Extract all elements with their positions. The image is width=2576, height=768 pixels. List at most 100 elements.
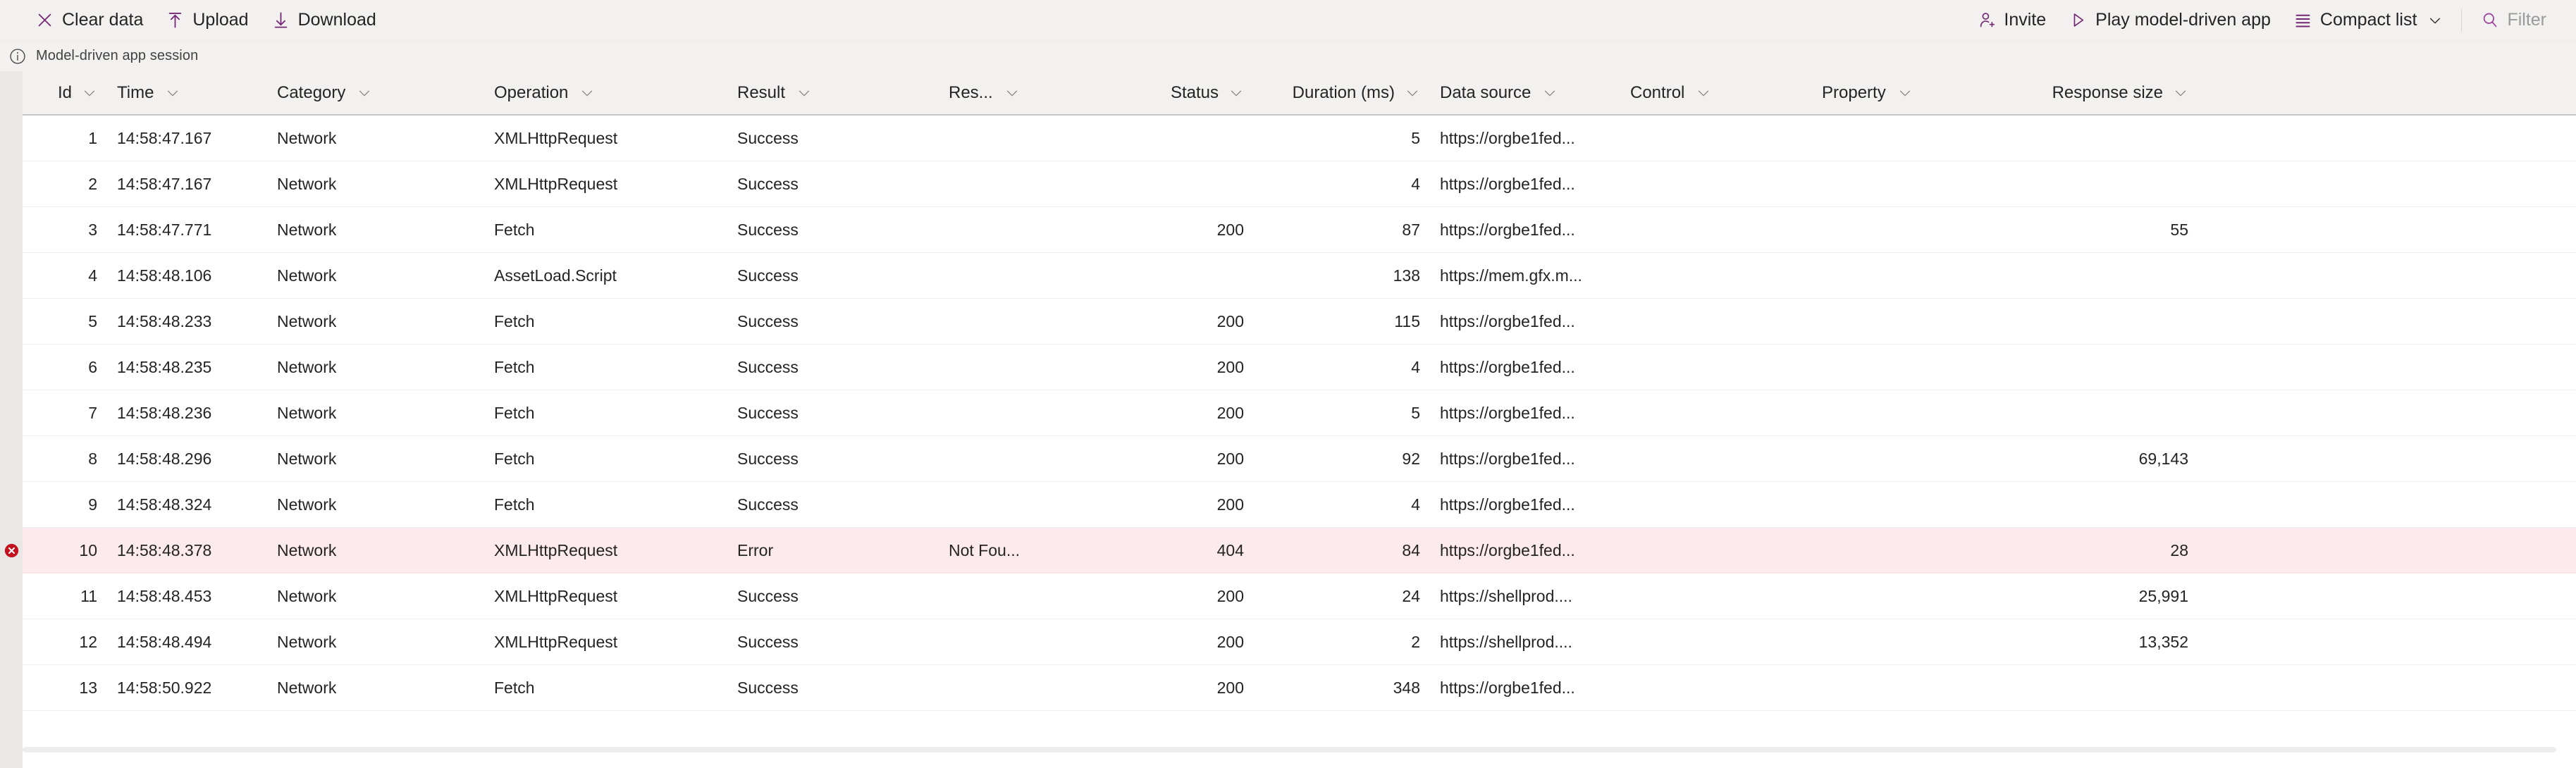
compact-list-label: Compact list — [2319, 10, 2417, 30]
table-row[interactable]: 9 14:58:48.324 Network Fetch Success 200 4 http… — [23, 482, 2576, 528]
chevron-down-icon[interactable] — [357, 85, 372, 101]
play-model-driven-app-button[interactable]: Play model-driven app — [2057, 5, 2282, 36]
column-header-category[interactable]: Category — [267, 83, 484, 103]
cell-source: https://orgbe1fed... — [1430, 175, 1620, 194]
compact-list-button[interactable]: Compact list — [2282, 5, 2455, 36]
cell-text: 14:58:48.233 — [117, 311, 212, 330]
cell-text: https://orgbe1fed... — [1440, 220, 1575, 239]
cell-text: https://orgbe1fed... — [1440, 174, 1575, 193]
chevron-down-icon[interactable] — [1542, 85, 1558, 101]
chevron-down-icon[interactable] — [1696, 85, 1711, 101]
table-row[interactable]: 7 14:58:48.236 Network Fetch Success 200 5 http… — [23, 390, 2576, 436]
column-header-duration[interactable]: Duration (ms) — [1254, 83, 1430, 103]
column-header-property[interactable]: Property — [1812, 83, 2001, 103]
cell-text: https://orgbe1fed... — [1440, 449, 1575, 468]
cell-category: Network — [267, 541, 484, 560]
table-row[interactable]: 5 14:58:48.233 Network Fetch Success 200 115 ht… — [23, 299, 2576, 345]
upload-label: Upload — [192, 10, 249, 30]
clear-data-label: Clear data — [62, 10, 144, 30]
cell-text: Network — [277, 128, 337, 147]
chevron-down-icon[interactable] — [579, 85, 595, 101]
chevron-down-icon[interactable] — [1228, 85, 1244, 101]
clear-data-button[interactable]: Clear data — [24, 5, 154, 36]
invite-button[interactable]: Invite — [1966, 5, 2057, 36]
cell-text: https://orgbe1fed... — [1440, 128, 1575, 147]
column-header-status[interactable]: Status — [1073, 83, 1254, 103]
cell-text: 4 — [1411, 174, 1420, 193]
cell-operation: XMLHttpRequest — [484, 175, 727, 194]
download-button[interactable]: Download — [260, 5, 388, 36]
cell-text: 115 — [1394, 311, 1420, 330]
cell-text: https://orgbe1fed... — [1440, 403, 1575, 422]
chevron-down-icon[interactable] — [165, 85, 180, 101]
cell-source: https://orgbe1fed... — [1430, 129, 1620, 148]
chevron-down-icon[interactable] — [2173, 85, 2188, 101]
chevron-down-icon[interactable] — [1897, 85, 1913, 101]
column-header-id[interactable]: Id — [23, 83, 107, 103]
cell-status: 404 — [1073, 541, 1254, 560]
cell-text: 11 — [80, 586, 97, 605]
cell-text: Network — [277, 403, 337, 422]
cell-text: Success — [737, 678, 799, 697]
table-row[interactable]: 3 14:58:47.771 Network Fetch Success 200 87 htt… — [23, 207, 2576, 253]
cell-duration: 4 — [1254, 358, 1430, 377]
column-header-time[interactable]: Time — [107, 83, 267, 103]
cell-text: 200 — [1216, 632, 1244, 651]
list-icon — [2293, 11, 2312, 30]
table-row[interactable]: 4 14:58:48.106 Network AssetLoad.Script Succ… — [23, 253, 2576, 299]
command-bar-left-group: Clear data Upload Download — [24, 5, 388, 36]
cell-result: Success — [727, 404, 939, 423]
upload-button[interactable]: Upload — [154, 5, 259, 36]
cell-text: 7 — [88, 403, 97, 422]
cell-source: https://orgbe1fed... — [1430, 450, 1620, 469]
cell-category: Network — [267, 587, 484, 606]
command-bar: Clear data Upload Download Invite Play m… — [0, 0, 2576, 40]
cell-text: Success — [737, 174, 799, 193]
table-row[interactable]: 1 14:58:47.167 Network XMLHttpRequest Succes… — [23, 116, 2576, 161]
cell-time: 14:58:47.167 — [107, 129, 267, 148]
cell-text: 5 — [1411, 403, 1420, 422]
cell-operation: Fetch — [484, 404, 727, 423]
table-row[interactable]: 2 14:58:47.167 Network XMLHttpRequest Succes… — [23, 161, 2576, 207]
cell-status: 200 — [1073, 679, 1254, 698]
cell-text: 55 — [2170, 220, 2188, 239]
table-row[interactable]: 6 14:58:48.235 Network Fetch Success 200 4 http… — [23, 345, 2576, 390]
table-row[interactable]: 8 14:58:48.296 Network Fetch Success 200 92 htt… — [23, 436, 2576, 482]
column-header-source[interactable]: Data source — [1430, 83, 1620, 103]
cell-duration: 24 — [1254, 587, 1430, 606]
cell-size: 13,352 — [2001, 633, 2198, 652]
column-header-label: Control — [1630, 82, 1685, 102]
cell-category: Network — [267, 221, 484, 240]
cell-text: Fetch — [494, 403, 535, 422]
upload-icon — [166, 11, 185, 30]
table-row[interactable]: 12 14:58:48.494 Network XMLHttpRequest Succe… — [23, 619, 2576, 665]
column-header-control[interactable]: Control — [1620, 83, 1812, 103]
cell-time: 14:58:48.378 — [107, 541, 267, 560]
cell-id: 4 — [23, 266, 107, 285]
table-row[interactable]: 11 14:58:48.453 Network XMLHttpRequest Succe… — [23, 574, 2576, 619]
cell-text: 14:58:50.922 — [117, 678, 212, 697]
cell-status: 200 — [1073, 404, 1254, 423]
chevron-down-icon[interactable] — [82, 85, 97, 101]
cell-text: 138 — [1393, 266, 1420, 285]
cell-status: 200 — [1073, 358, 1254, 377]
filter-button[interactable]: Filter — [2469, 5, 2558, 36]
cell-status: 200 — [1073, 633, 1254, 652]
chevron-down-icon[interactable] — [796, 85, 812, 101]
cell-text: Success — [737, 403, 799, 422]
column-header-size[interactable]: Response size — [2001, 83, 2198, 103]
column-header-result[interactable]: Result — [727, 83, 939, 103]
cell-operation: Fetch — [484, 450, 727, 469]
cell-id: 3 — [23, 221, 107, 240]
cell-text: 13,352 — [2138, 632, 2188, 651]
cell-text: XMLHttpRequest — [494, 540, 618, 559]
table-row[interactable]: 10 14:58:48.378 Network XMLHttpRequest Error… — [23, 528, 2576, 574]
cell-text: https://orgbe1fed... — [1440, 357, 1575, 376]
chevron-down-icon[interactable] — [1405, 85, 1420, 101]
cell-id: 7 — [23, 404, 107, 423]
column-header-res[interactable]: Res... — [939, 83, 1073, 103]
chevron-down-icon[interactable] — [1004, 85, 1020, 101]
table-row[interactable]: 13 14:58:50.922 Network Fetch Success 200 348 h… — [23, 665, 2576, 711]
column-header-operation[interactable]: Operation — [484, 83, 727, 103]
horizontal-scrollbar[interactable] — [23, 747, 2556, 752]
